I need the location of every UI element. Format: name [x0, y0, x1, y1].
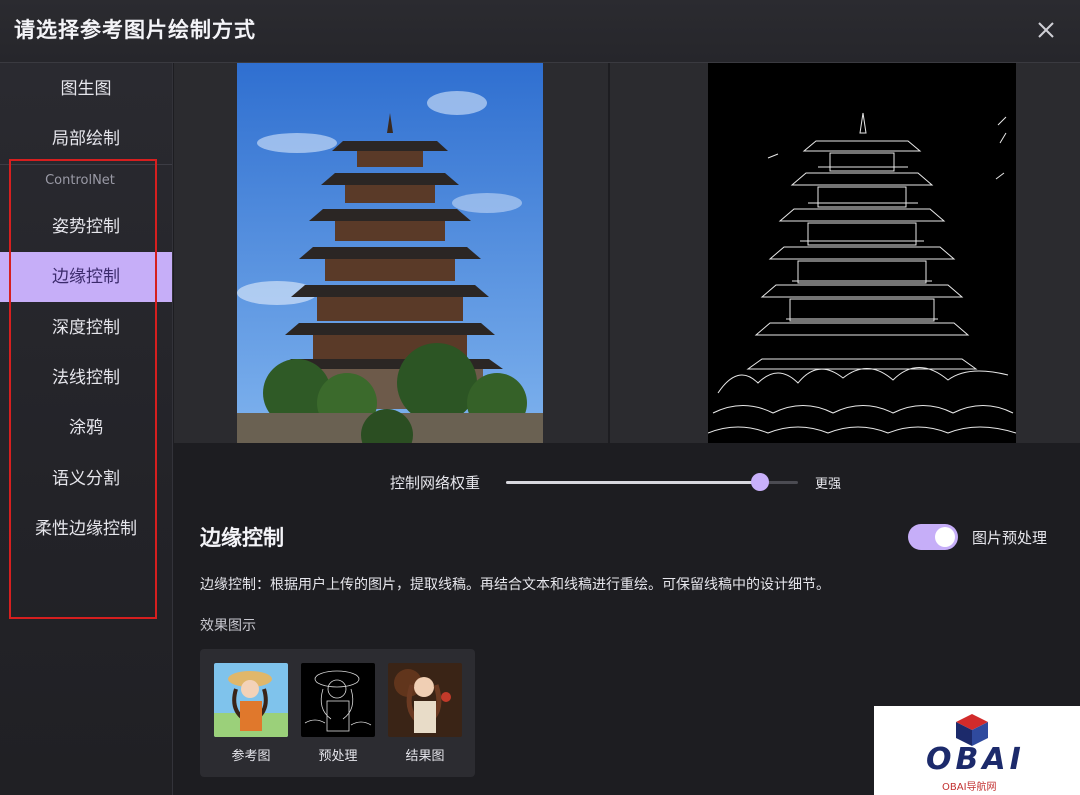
dialog-header: 请选择参考图片绘制方式	[0, 0, 1080, 63]
example-reference-caption: 参考图	[231, 749, 271, 764]
weight-slider-label: 控制网络权重	[390, 474, 481, 492]
weight-slider-end-label: 更强	[815, 477, 842, 492]
reference-image-panel	[174, 63, 608, 443]
example-reference-thumb	[214, 663, 288, 737]
example-result-thumb	[388, 663, 462, 737]
example-preprocessed[interactable]: 预处理	[301, 663, 375, 764]
dialog-title: 请选择参考图片绘制方式	[14, 18, 256, 42]
sidebar-item-soft-edge[interactable]: 柔性边缘控制	[0, 504, 172, 554]
example-gallery: 参考图 预处理 结果图	[200, 649, 475, 777]
reference-photo	[237, 63, 543, 443]
sidebar: 图生图 局部绘制 ControlNet 姿势控制 边缘控制 深度控制 法线控制 …	[0, 63, 173, 795]
preprocess-toggle-label: 图片预处理	[972, 529, 1048, 547]
toggle-knob	[935, 527, 955, 547]
watermark-brand: OBAI	[926, 742, 1025, 777]
sidebar-item-img2img[interactable]: 图生图	[0, 64, 172, 114]
example-result-caption: 结果图	[405, 749, 445, 764]
effect-label: 效果图示	[200, 618, 256, 634]
sidebar-item-edge[interactable]: 边缘控制	[0, 252, 172, 302]
edge-preview-panel	[610, 63, 1080, 443]
watermark-sub: OBAI导航网	[942, 782, 997, 793]
watermark: OBAI OBAI导航网	[874, 706, 1080, 795]
edge-preview-image	[708, 63, 1016, 443]
close-icon[interactable]	[1034, 18, 1058, 42]
sidebar-divider	[0, 164, 172, 165]
sidebar-item-depth[interactable]: 深度控制	[0, 303, 172, 353]
section-title: 边缘控制	[200, 526, 284, 550]
preprocess-toggle[interactable]	[908, 524, 958, 550]
sidebar-item-normal[interactable]: 法线控制	[0, 353, 172, 403]
weight-slider-fill	[506, 481, 761, 484]
example-reference[interactable]: 参考图	[214, 663, 288, 764]
example-preprocessed-thumb	[301, 663, 375, 737]
section-description: 边缘控制：根据用户上传的图片，提取线稿。再结合文本和线稿进行重绘。可保留线稿中的…	[200, 577, 830, 593]
sidebar-item-segmentation[interactable]: 语义分割	[0, 454, 172, 504]
sidebar-section-caption: ControlNet	[45, 173, 115, 188]
sidebar-item-inpaint[interactable]: 局部绘制	[0, 114, 172, 164]
weight-slider-thumb[interactable]	[751, 473, 770, 491]
weight-slider[interactable]	[506, 473, 798, 491]
example-preprocessed-caption: 预处理	[318, 749, 358, 764]
sidebar-item-scribble[interactable]: 涂鸦	[0, 403, 172, 453]
example-result[interactable]: 结果图	[388, 663, 462, 764]
sidebar-item-pose[interactable]: 姿势控制	[0, 202, 172, 252]
